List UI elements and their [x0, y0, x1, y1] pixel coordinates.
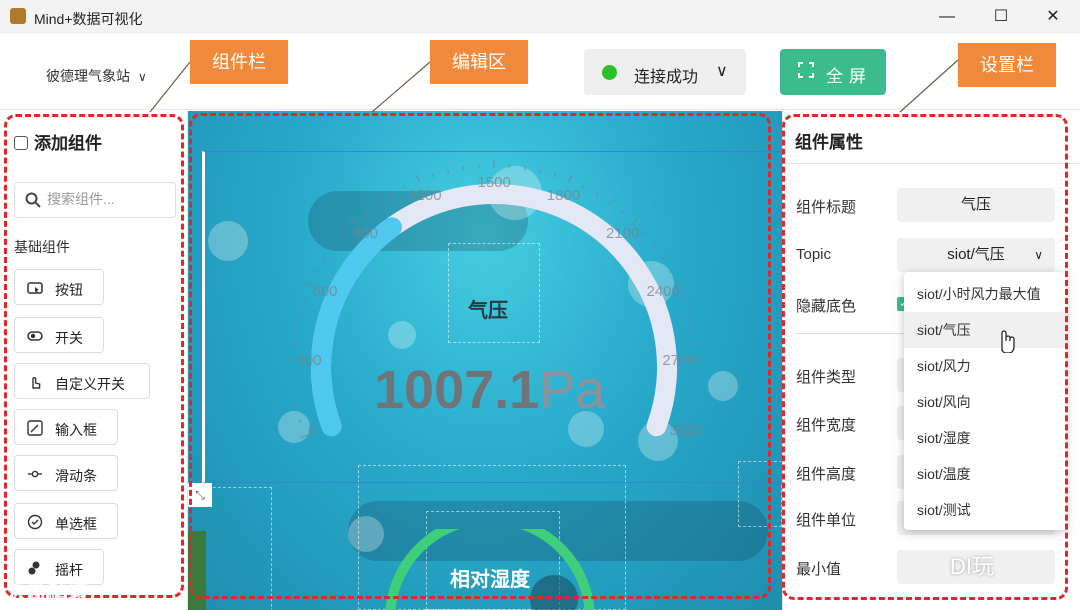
- callout-leader-lines: [149, 59, 959, 113]
- watermark-left: 大数跨境: [8, 583, 88, 605]
- watermark-right: DI玩: [950, 554, 995, 579]
